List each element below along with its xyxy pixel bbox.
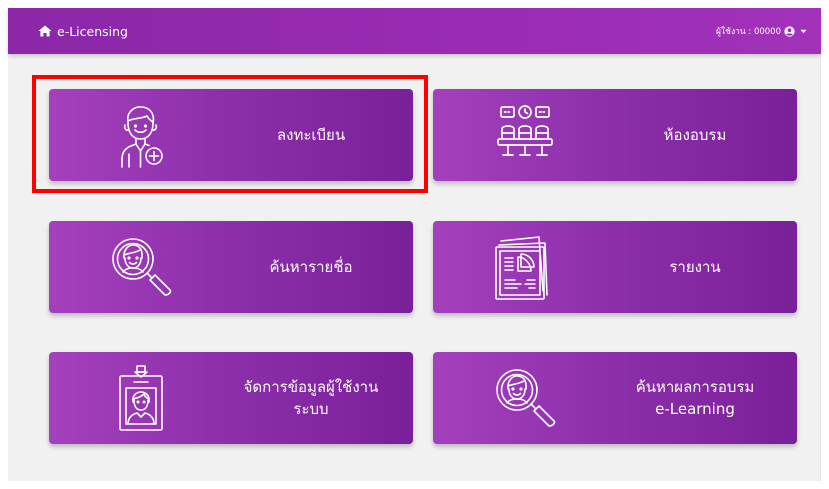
register-card[interactable]: ลงทะเบียน: [49, 89, 413, 181]
report-label-text: รายงาน: [669, 258, 721, 276]
classroom-card[interactable]: ห้องอบรม: [433, 89, 797, 181]
brand-label: e-Licensing: [57, 23, 128, 39]
search-name-label-text: ค้นหารายชื่อ: [269, 258, 353, 276]
register-label-text: ลงทะเบียน: [276, 126, 346, 144]
manage-users-label-line2: ระบบ: [293, 400, 329, 418]
user-menu[interactable]: ผู้ใช้งาน : 00000: [716, 24, 807, 38]
home-icon: [38, 25, 52, 37]
report-card[interactable]: รายงาน: [433, 221, 797, 313]
report-document-icon: [491, 233, 559, 301]
person-search-icon: [107, 233, 175, 301]
search-elearning-label: ค้นหาผลการอบรม e-Learning: [603, 352, 787, 444]
brand-link[interactable]: e-Licensing: [38, 24, 128, 39]
search-elearning-label-line1: ค้นหาผลการอบรม: [635, 378, 755, 396]
search-elearning-card[interactable]: ค้นหาผลการอบรม e-Learning: [433, 352, 797, 444]
search-elearning-label-line2: e-Learning: [655, 400, 735, 418]
report-label: รายงาน: [603, 221, 787, 313]
search-name-card[interactable]: ค้นหารายชื่อ: [49, 221, 413, 313]
classroom-seats-icon: [491, 101, 559, 169]
caret-down-icon: [800, 29, 807, 33]
register-label: ลงทะเบียน: [219, 89, 403, 181]
search-name-label: ค้นหารายชื่อ: [219, 221, 403, 313]
user-label: ผู้ใช้งาน : 00000: [716, 27, 781, 37]
manage-users-label-line1: จัดการข้อมูลผู้ใช้งาน: [243, 378, 379, 396]
classroom-label-text: ห้องอบรม: [663, 126, 727, 144]
manage-users-label: จัดการข้อมูลผู้ใช้งาน ระบบ: [219, 352, 403, 444]
classroom-label: ห้องอบรม: [603, 89, 787, 181]
person-add-icon: [107, 101, 175, 169]
id-badge-icon: [107, 364, 175, 432]
user-circle-icon: [784, 25, 795, 37]
manage-users-card[interactable]: จัดการข้อมูลผู้ใช้งาน ระบบ: [49, 352, 413, 444]
top-navbar: e-Licensing ผู้ใช้งาน : 00000: [8, 8, 821, 54]
person-search-icon: [491, 364, 559, 432]
